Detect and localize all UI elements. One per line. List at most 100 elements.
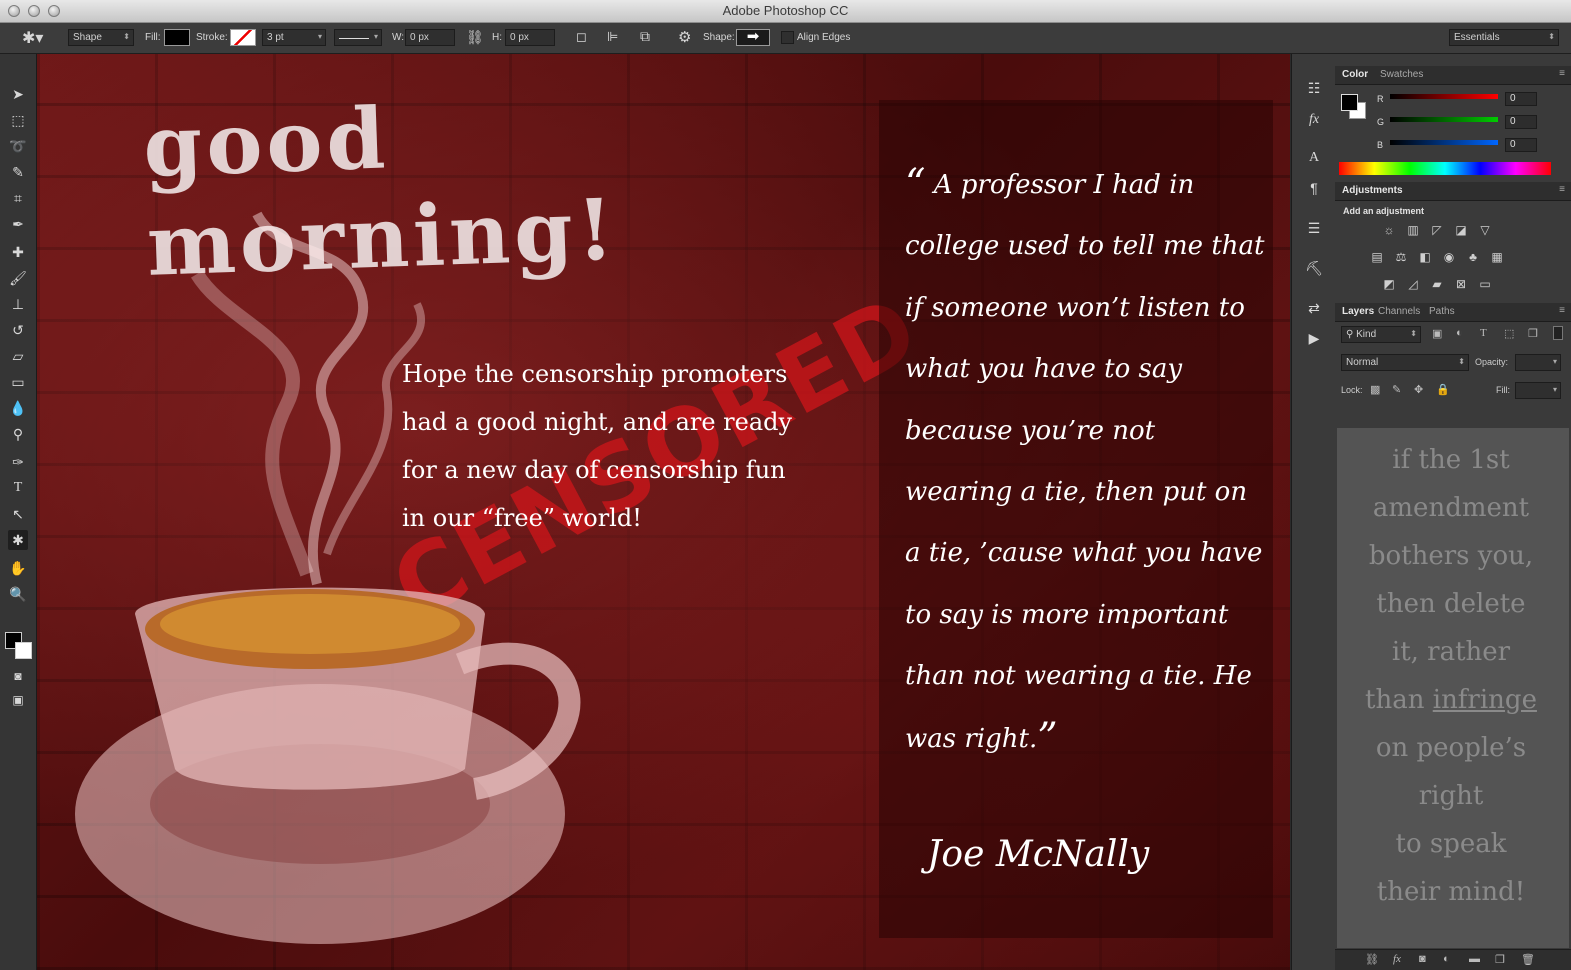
zoom-tool-icon[interactable]: 🔍	[8, 584, 28, 604]
tab-color[interactable]: Color	[1342, 69, 1368, 80]
gear-icon[interactable]: ⚙	[678, 28, 691, 46]
healing-brush-tool-icon[interactable]: ✚	[8, 242, 28, 262]
stroke-type-select[interactable]: ▾	[334, 29, 382, 46]
new-layer-icon[interactable]: ❐	[1495, 953, 1505, 966]
character-icon[interactable]: A	[1304, 148, 1324, 168]
g-slider[interactable]	[1390, 117, 1498, 122]
path-arrangement-icon[interactable]: ⧉	[640, 28, 650, 45]
layer-style-fx-icon[interactable]: fx	[1393, 953, 1401, 965]
panel-menu-icon[interactable]: ≡	[1559, 305, 1565, 316]
brightness-icon[interactable]: ☼	[1381, 223, 1397, 237]
document-canvas[interactable]: good morning! CENSORED Hope the censorsh…	[37, 54, 1290, 970]
eraser-tool-icon[interactable]: ▱	[8, 346, 28, 366]
fill-field[interactable]: ▾	[1515, 382, 1561, 399]
path-operations-icon[interactable]: ◻	[576, 29, 587, 45]
channel-mixer-icon[interactable]: ♣	[1465, 250, 1481, 264]
type-tool-icon[interactable]: T	[8, 478, 28, 498]
curves-icon[interactable]: ◸	[1429, 223, 1445, 237]
quick-selection-tool-icon[interactable]: ✎	[8, 162, 28, 182]
tab-paths[interactable]: Paths	[1429, 306, 1455, 317]
blend-mode-select[interactable]: Normal ⬍	[1341, 354, 1469, 371]
g-value[interactable]: 0	[1505, 115, 1537, 129]
trash-icon[interactable]: 🗑	[1521, 953, 1535, 966]
width-field[interactable]: 0 px	[405, 29, 455, 46]
color-lookup-icon[interactable]: ▦	[1489, 250, 1505, 264]
vibrance-icon[interactable]: ▽	[1477, 223, 1493, 237]
b-value[interactable]: 0	[1505, 138, 1537, 152]
stroke-width-field[interactable]: 3 pt ▾	[262, 29, 326, 46]
gradient-map-icon[interactable]: ▭	[1477, 277, 1493, 291]
pixel-layer-filter-icon[interactable]: ▣	[1432, 327, 1442, 340]
threshold-icon[interactable]: ▰	[1429, 277, 1445, 291]
history-icon[interactable]: ⇄	[1304, 298, 1324, 318]
screen-mode-icon[interactable]: ▣	[8, 690, 28, 710]
add-mask-icon[interactable]: ◙	[1419, 953, 1426, 965]
eyedropper-tool-icon[interactable]: ✒	[8, 214, 28, 234]
shape-layer-filter-icon[interactable]: ⬚	[1504, 327, 1514, 340]
layer-kind-filter[interactable]: ⚲ Kind ⬍	[1341, 326, 1421, 343]
tab-swatches[interactable]: Swatches	[1380, 69, 1423, 80]
custom-shape-tool-preset-icon[interactable]: ✱▾	[22, 28, 43, 48]
lock-transparent-icon[interactable]: ▩	[1370, 383, 1380, 396]
adjustments-sliders-icon[interactable]: ☰	[1304, 218, 1324, 238]
actions-play-icon[interactable]: ▶	[1304, 328, 1324, 348]
link-layers-icon[interactable]: ⛓	[1365, 953, 1379, 966]
path-alignment-icon[interactable]: ⊫	[607, 29, 618, 45]
lock-position-icon[interactable]: ✥	[1414, 383, 1423, 396]
brush-tool-icon[interactable]: 🖌	[8, 268, 28, 288]
new-adjustment-layer-icon[interactable]: ◐	[1443, 953, 1450, 965]
r-slider[interactable]	[1390, 94, 1498, 99]
lock-all-icon[interactable]: 🔒	[1436, 383, 1450, 396]
quick-mask-icon[interactable]: ◙	[8, 666, 28, 686]
selective-color-icon[interactable]: ⊠	[1453, 277, 1469, 291]
color-foreground-swatch[interactable]	[1341, 94, 1358, 111]
marquee-tool-icon[interactable]: ⬚	[8, 110, 28, 130]
tab-channels[interactable]: Channels	[1378, 306, 1420, 317]
filter-toggle-switch[interactable]	[1553, 326, 1563, 340]
posterize-icon[interactable]: ◿	[1405, 277, 1421, 291]
align-edges-checkbox[interactable]	[781, 31, 794, 44]
tab-layers[interactable]: Layers	[1342, 306, 1374, 317]
height-field[interactable]: 0 px	[505, 29, 555, 46]
shape-picker[interactable]: ➡	[736, 29, 770, 46]
move-tool-icon[interactable]: ➤	[8, 84, 28, 104]
dodge-tool-icon[interactable]: ⚲	[8, 424, 28, 444]
color-balance-icon[interactable]: ⚖	[1393, 250, 1409, 264]
styles-fx-icon[interactable]: fx	[1304, 110, 1324, 130]
stroke-swatch[interactable]	[230, 29, 256, 46]
type-layer-filter-icon[interactable]: T	[1480, 327, 1487, 339]
pen-tool-icon[interactable]: ✑	[8, 452, 28, 472]
brush-presets-icon[interactable]: ⛏	[1304, 258, 1324, 278]
lock-pixels-icon[interactable]: ✎	[1392, 383, 1401, 396]
r-value[interactable]: 0	[1505, 92, 1537, 106]
hue-saturation-icon[interactable]: ▤	[1369, 250, 1385, 264]
gradient-tool-icon[interactable]: ▭	[8, 372, 28, 392]
panel-menu-icon[interactable]: ≡	[1559, 68, 1565, 79]
black-white-icon[interactable]: ◧	[1417, 250, 1433, 264]
clone-stamp-tool-icon[interactable]: ⊥	[8, 294, 28, 314]
background-color-swatch[interactable]	[15, 642, 32, 659]
hand-tool-icon[interactable]: ✋	[8, 558, 28, 578]
new-group-icon[interactable]: ▬	[1469, 953, 1480, 965]
panel-menu-icon[interactable]: ≡	[1559, 184, 1565, 195]
history-brush-tool-icon[interactable]: ↺	[8, 320, 28, 340]
tab-adjustments[interactable]: Adjustments	[1342, 185, 1403, 196]
properties-icon[interactable]: ☷	[1304, 78, 1324, 98]
color-spectrum-ramp[interactable]	[1339, 162, 1551, 175]
crop-tool-icon[interactable]: ⌗	[8, 188, 28, 208]
paragraph-icon[interactable]: ¶	[1304, 178, 1324, 198]
lasso-tool-icon[interactable]: ➰	[8, 136, 28, 156]
blur-tool-icon[interactable]: 💧	[8, 398, 28, 418]
levels-icon[interactable]: ▥	[1405, 223, 1421, 237]
b-slider[interactable]	[1390, 140, 1498, 145]
adjustment-layer-filter-icon[interactable]: ◐	[1456, 327, 1463, 339]
smart-object-filter-icon[interactable]: ❐	[1528, 327, 1538, 340]
path-selection-tool-icon[interactable]: ↖	[8, 504, 28, 524]
invert-icon[interactable]: ◩	[1381, 277, 1397, 291]
link-icon[interactable]: ⛓	[466, 29, 484, 46]
exposure-icon[interactable]: ◪	[1453, 223, 1469, 237]
opacity-field[interactable]: ▾	[1515, 354, 1561, 371]
tool-mode-select[interactable]: Shape ⬍	[68, 29, 134, 46]
photo-filter-icon[interactable]: ◉	[1441, 250, 1457, 264]
workspace-select[interactable]: Essentials ⬍	[1449, 29, 1559, 46]
